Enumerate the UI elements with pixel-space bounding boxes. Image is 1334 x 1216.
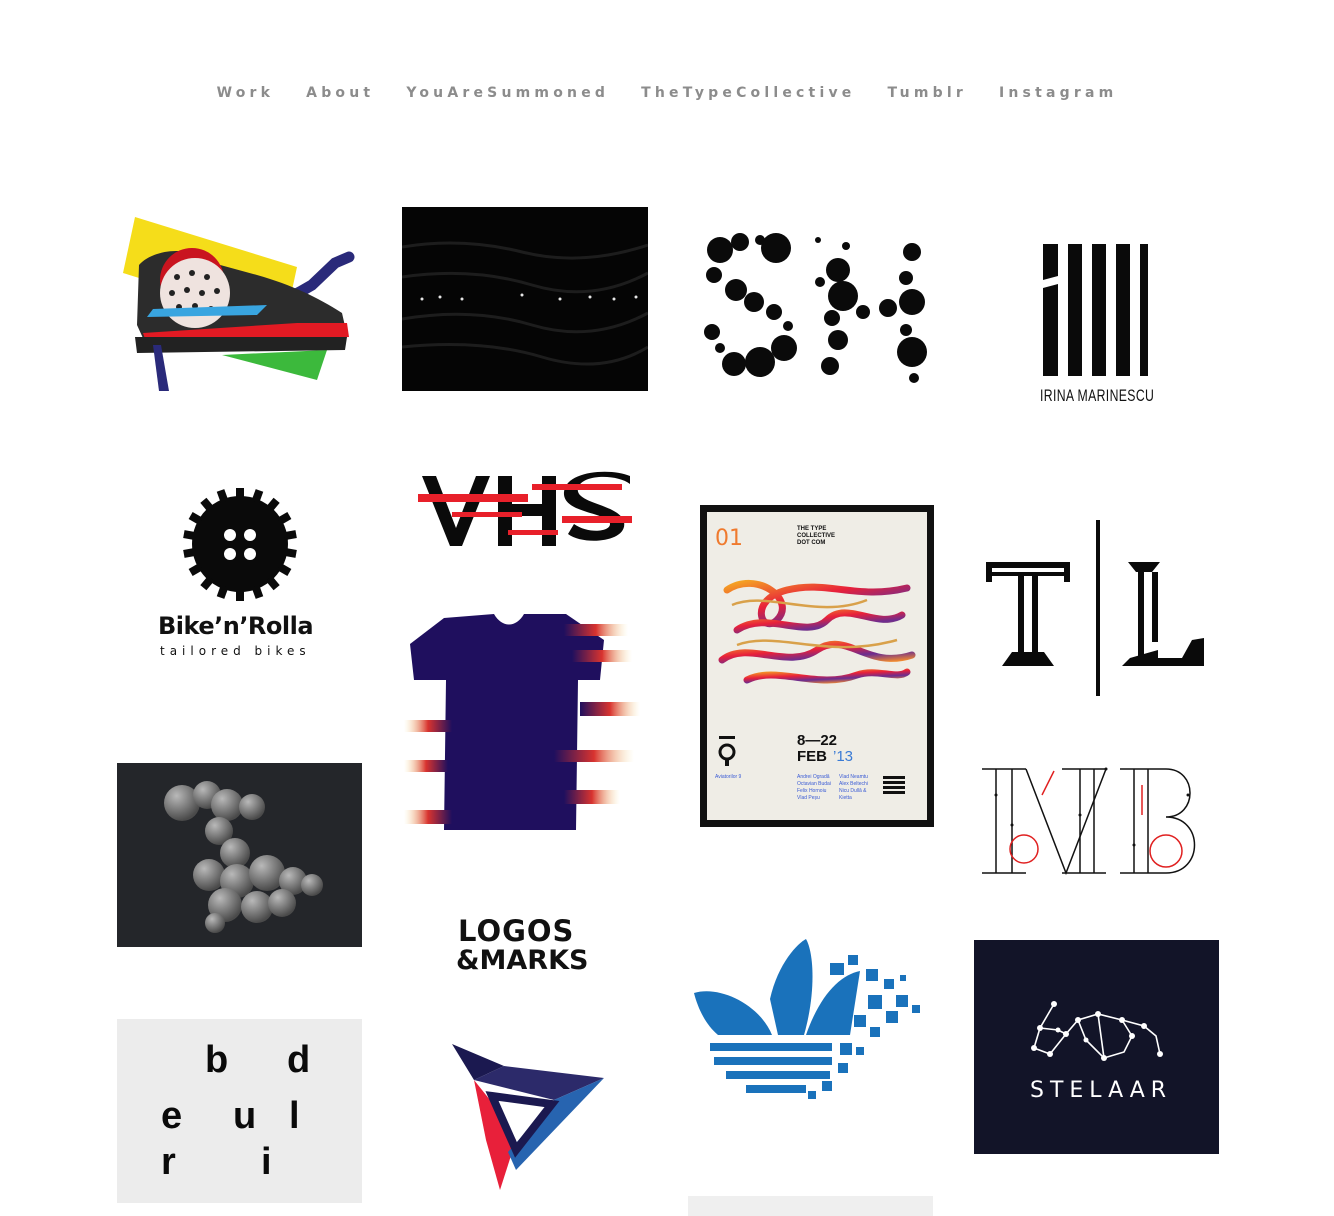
poster-venue: Aviatorilor 9 bbox=[715, 774, 742, 780]
t-l-monogram-tile[interactable] bbox=[982, 518, 1208, 698]
letter-b: b bbox=[205, 1039, 229, 1081]
vhs-glitch-tile[interactable] bbox=[412, 470, 636, 550]
dark-glitch-image bbox=[402, 207, 648, 391]
poster-month: FEB bbox=[797, 748, 827, 765]
letters-tile[interactable]: b d e u l r i bbox=[117, 1019, 362, 1203]
tshirt-glitch-image bbox=[404, 614, 640, 830]
partial-tile[interactable] bbox=[688, 1196, 933, 1216]
triangle-logo bbox=[452, 1044, 604, 1190]
logos-line-1: LOGOS bbox=[458, 914, 575, 948]
nav-work[interactable]: Work bbox=[217, 85, 275, 101]
nav-tumblr[interactable]: Tumblr bbox=[887, 85, 967, 101]
nav-about[interactable]: About bbox=[306, 85, 374, 101]
logos-marks-tile[interactable]: LOGOS &MARKS bbox=[448, 912, 604, 982]
clay-bubbles-image bbox=[117, 763, 362, 947]
bike-n-rolla-tagline: tailored bikes bbox=[160, 644, 311, 658]
poster-names-2: Vlad Neamtu Alex Beltechi Nicu Dullă & K… bbox=[839, 774, 868, 801]
sneaker-tile[interactable] bbox=[117, 205, 362, 405]
poster-dates: 8—22 bbox=[797, 732, 838, 749]
ivb-monogram bbox=[982, 767, 1196, 876]
tshirt-glitch-tile[interactable] bbox=[404, 610, 644, 836]
letter-e: e bbox=[161, 1095, 183, 1137]
letter-d: d bbox=[287, 1039, 311, 1081]
poster-q-mark bbox=[718, 736, 736, 766]
bike-n-rolla-brand: Bike’n’Rolla bbox=[158, 612, 314, 640]
irina-marinescu-text: IRINA MARINESCU bbox=[1040, 386, 1154, 405]
letter-r: r bbox=[161, 1141, 176, 1183]
type-collective-poster-tile[interactable]: 01 THE TYPE COLLECTIVE DOT COM 8—22 FEB … bbox=[700, 505, 934, 827]
sh-blob-tile[interactable] bbox=[698, 230, 934, 390]
poster-year: ’13 bbox=[833, 748, 854, 765]
poster-paper: 01 THE TYPE COLLECTIVE DOT COM 8—22 FEB … bbox=[707, 512, 927, 820]
stelaar-tile[interactable]: STELAAR bbox=[974, 940, 1219, 1154]
adidas-trefoil-image bbox=[694, 939, 920, 1099]
poster-number: 01 bbox=[715, 526, 743, 551]
adidas-trefoil-tile[interactable] bbox=[690, 935, 934, 1105]
sh-blob-lettering bbox=[704, 233, 927, 383]
sneaker-image bbox=[123, 217, 355, 391]
poster-org: THE TYPE COLLECTIVE DOT COM bbox=[797, 526, 836, 546]
letter-u: u bbox=[233, 1095, 257, 1137]
poster-names-1: Andrei Ogradă Octavian Budai Felix Horno… bbox=[797, 774, 831, 801]
poster-sponsor-logo bbox=[883, 776, 905, 794]
clay-bubbles-tile[interactable] bbox=[117, 763, 362, 947]
top-nav: Work About YouAreSummoned TheTypeCollect… bbox=[0, 85, 1334, 101]
poster-script-artwork bbox=[718, 580, 916, 684]
dark-glitch-tile[interactable] bbox=[402, 207, 648, 391]
ivb-monogram-tile[interactable] bbox=[976, 765, 1216, 880]
stelaar-constellation bbox=[1031, 1001, 1163, 1061]
t-l-monogram bbox=[986, 520, 1204, 696]
nav-instagram[interactable]: Instagram bbox=[999, 85, 1117, 101]
irina-marinescu-tile[interactable]: IRINA MARINESCU bbox=[1038, 240, 1154, 410]
logos-line-2: &MARKS bbox=[456, 945, 589, 976]
nav-the-type-collective[interactable]: TheTypeCollective bbox=[641, 85, 855, 101]
triangle-logo-tile[interactable] bbox=[446, 1040, 608, 1196]
letter-l: l bbox=[289, 1095, 300, 1137]
irina-marinescu-logo bbox=[1043, 244, 1148, 376]
letter-i: i bbox=[261, 1141, 272, 1183]
bike-n-rolla-tile[interactable]: Bike’n’Rolla tailored bikes bbox=[150, 488, 330, 660]
vhs-glitch-logo bbox=[418, 471, 632, 546]
stelaar-text: STELAAR bbox=[1030, 1078, 1173, 1103]
nav-you-are-summoned[interactable]: YouAreSummoned bbox=[406, 85, 609, 101]
